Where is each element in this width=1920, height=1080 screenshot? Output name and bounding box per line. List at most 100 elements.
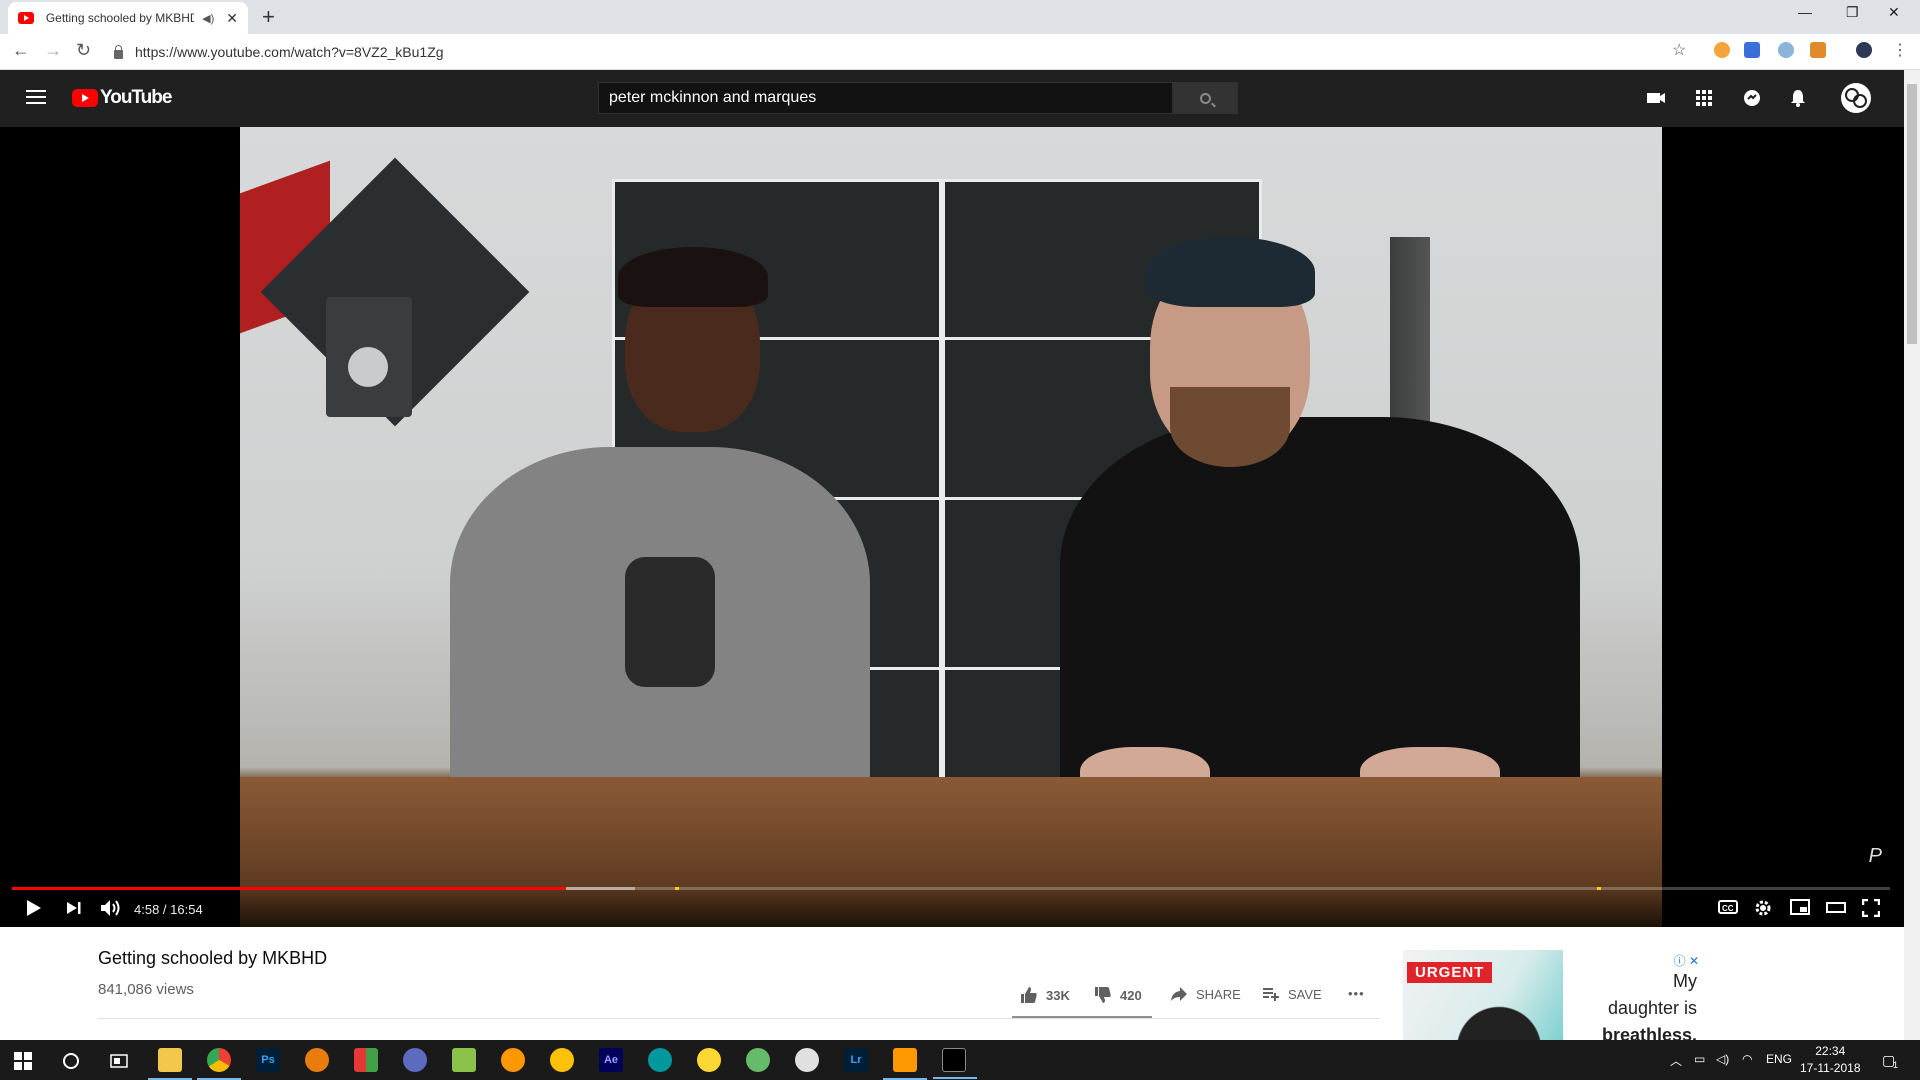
new-tab-button[interactable]: +	[262, 4, 275, 30]
ad-line-3: breathless.	[1601, 1025, 1697, 1040]
browser-menu-icon[interactable]: ⋮	[1892, 40, 1908, 60]
share-button[interactable]: SHARE	[1170, 986, 1241, 1002]
sidebar-ad[interactable]: URGENT My daughter is breathless. ⓘ ✕	[1403, 950, 1701, 1040]
forward-arrow-icon[interactable]: →	[44, 40, 62, 61]
profile-avatar-icon[interactable]	[1856, 42, 1872, 58]
notifications-bell-icon[interactable]	[1788, 88, 1808, 108]
chrome-browser-icon[interactable]	[197, 1048, 241, 1080]
window-minimize-button[interactable]: —	[1798, 4, 1812, 20]
youtube-play-logo-icon	[72, 89, 98, 107]
person-right-beard	[1170, 387, 1290, 467]
chapter-marker	[674, 887, 679, 890]
video-player[interactable]: P 4:58 / 16:54 CC	[0, 127, 1904, 927]
sublime-text-icon[interactable]	[883, 1048, 927, 1080]
back-arrow-icon[interactable]: ←	[12, 40, 30, 61]
extension-v-icon[interactable]	[1744, 42, 1760, 58]
youtube-logo-text: YouTube	[100, 87, 172, 108]
adchoices-icon[interactable]: ⓘ ✕	[1674, 952, 1699, 969]
create-video-icon[interactable]	[1646, 88, 1666, 108]
app-bear-icon[interactable]	[795, 1048, 819, 1072]
window-close-button[interactable]: ✕	[1888, 4, 1900, 21]
search-icon	[1200, 92, 1211, 104]
thumbs-down-icon	[1095, 987, 1111, 1003]
arduino-icon[interactable]	[648, 1048, 672, 1072]
after-effects-icon[interactable]: Ae	[599, 1048, 623, 1072]
file-explorer-icon[interactable]	[148, 1048, 192, 1080]
youtube-logo[interactable]: YouTube	[72, 87, 172, 109]
speaker-cone	[348, 347, 388, 387]
more-actions-button[interactable]: •••	[1348, 986, 1365, 1001]
extension-satellite-icon[interactable]	[1778, 42, 1794, 58]
like-button[interactable]: 33K	[1020, 986, 1070, 1004]
android-studio-icon[interactable]	[746, 1048, 770, 1072]
account-avatar-icon[interactable]	[1840, 82, 1872, 114]
video-title: Getting schooled by MKBHD	[98, 948, 328, 968]
windows-taskbar: Ps Ae Lr ︿ ▭ ◁) ◠ ENG 22:34 17-11-2018 ▢…	[0, 1040, 1920, 1080]
cortana-search-icon[interactable]	[62, 1052, 80, 1070]
tab-title: Getting schooled by MKBHD	[45, 11, 195, 25]
tray-language[interactable]: ENG	[1766, 1052, 1792, 1066]
photoshop-icon[interactable]: Ps	[256, 1048, 280, 1072]
blender-icon[interactable]	[305, 1048, 329, 1072]
next-button[interactable]	[66, 899, 82, 917]
time-display: 4:58 / 16:54	[134, 902, 203, 917]
tray-volume-icon[interactable]: ◁)	[1716, 1052, 1729, 1066]
task-view-icon[interactable]	[110, 1052, 128, 1070]
guide-menu-icon[interactable]	[26, 90, 46, 108]
like-count: 33K	[1046, 987, 1070, 1003]
tab-audio-icon[interactable]: ◀)	[202, 12, 214, 25]
video-frame[interactable]	[240, 127, 1662, 927]
youtube-favicon-icon	[18, 12, 34, 24]
tray-battery-icon[interactable]: ▭	[1694, 1052, 1705, 1066]
miniplayer-button[interactable]	[1790, 899, 1810, 915]
windows-start-icon[interactable]	[14, 1052, 32, 1070]
app-lightbulb-icon[interactable]	[697, 1048, 721, 1072]
notepad-icon[interactable]	[452, 1048, 476, 1072]
terminal-icon[interactable]	[933, 1048, 977, 1079]
playlist-add-icon	[1263, 988, 1279, 1001]
fullscreen-button[interactable]	[1862, 899, 1880, 917]
extension-cookie-icon[interactable]	[1714, 42, 1730, 58]
bookmark-star-icon[interactable]: ☆	[1672, 40, 1686, 60]
tray-wifi-icon[interactable]: ◠	[1742, 1052, 1752, 1066]
app-flame-icon[interactable]	[550, 1048, 574, 1072]
captions-button[interactable]: CC	[1718, 899, 1738, 915]
app-color-grid-icon[interactable]	[354, 1048, 378, 1072]
tray-overflow-chevron-icon[interactable]: ︿	[1670, 1052, 1682, 1069]
player-controls-gradient	[0, 887, 1904, 927]
lock-icon	[114, 44, 123, 59]
tray-clock[interactable]: 22:34 17-11-2018	[1800, 1043, 1861, 1077]
reload-icon[interactable]: ↻	[76, 40, 91, 61]
person-right-cap	[1145, 237, 1315, 307]
browser-tab-active[interactable]: Getting schooled by MKBHD ◀) ✕	[8, 2, 248, 34]
person-left-hair	[618, 247, 768, 307]
save-button[interactable]: SAVE	[1262, 986, 1322, 1002]
address-bar[interactable]: https://www.youtube.com/watch?v=8VZ2_kBu…	[114, 39, 1694, 65]
settings-gear-icon[interactable]	[1754, 899, 1772, 917]
channel-watermark[interactable]: P	[1869, 845, 1882, 868]
app-disc-icon[interactable]	[403, 1048, 427, 1072]
fl-studio-icon[interactable]	[501, 1048, 525, 1072]
ad-line-1: My	[1673, 971, 1697, 991]
window-restore-button[interactable]: ❐	[1846, 4, 1859, 21]
progress-bar[interactable]	[12, 887, 1890, 890]
browser-toolbar: ← → ↻ https://www.youtube.com/watch?v=8V…	[0, 34, 1920, 70]
messages-icon[interactable]	[1742, 88, 1762, 108]
play-button[interactable]	[26, 899, 42, 917]
volume-button[interactable]	[100, 899, 122, 917]
search-button[interactable]	[1173, 82, 1238, 114]
apps-grid-icon[interactable]	[1694, 88, 1714, 108]
svg-text:CC: CC	[1722, 904, 1734, 913]
search-input[interactable]: peter mckinnon and marques	[598, 82, 1173, 114]
tshirt-graphic	[625, 557, 715, 687]
theater-mode-button[interactable]	[1826, 899, 1846, 915]
tray-time: 22:34	[1815, 1044, 1846, 1058]
dislike-button[interactable]: 420	[1094, 986, 1142, 1004]
extension-fox-icon[interactable]	[1810, 42, 1826, 58]
lightroom-icon[interactable]: Lr	[844, 1048, 868, 1072]
scrollbar-thumb[interactable]	[1907, 84, 1917, 344]
tab-close-icon[interactable]: ✕	[226, 10, 238, 27]
page-scrollbar[interactable]	[1904, 70, 1920, 1040]
view-count: 841,086 views	[98, 981, 194, 998]
ad-line-2: daughter is	[1607, 998, 1697, 1018]
